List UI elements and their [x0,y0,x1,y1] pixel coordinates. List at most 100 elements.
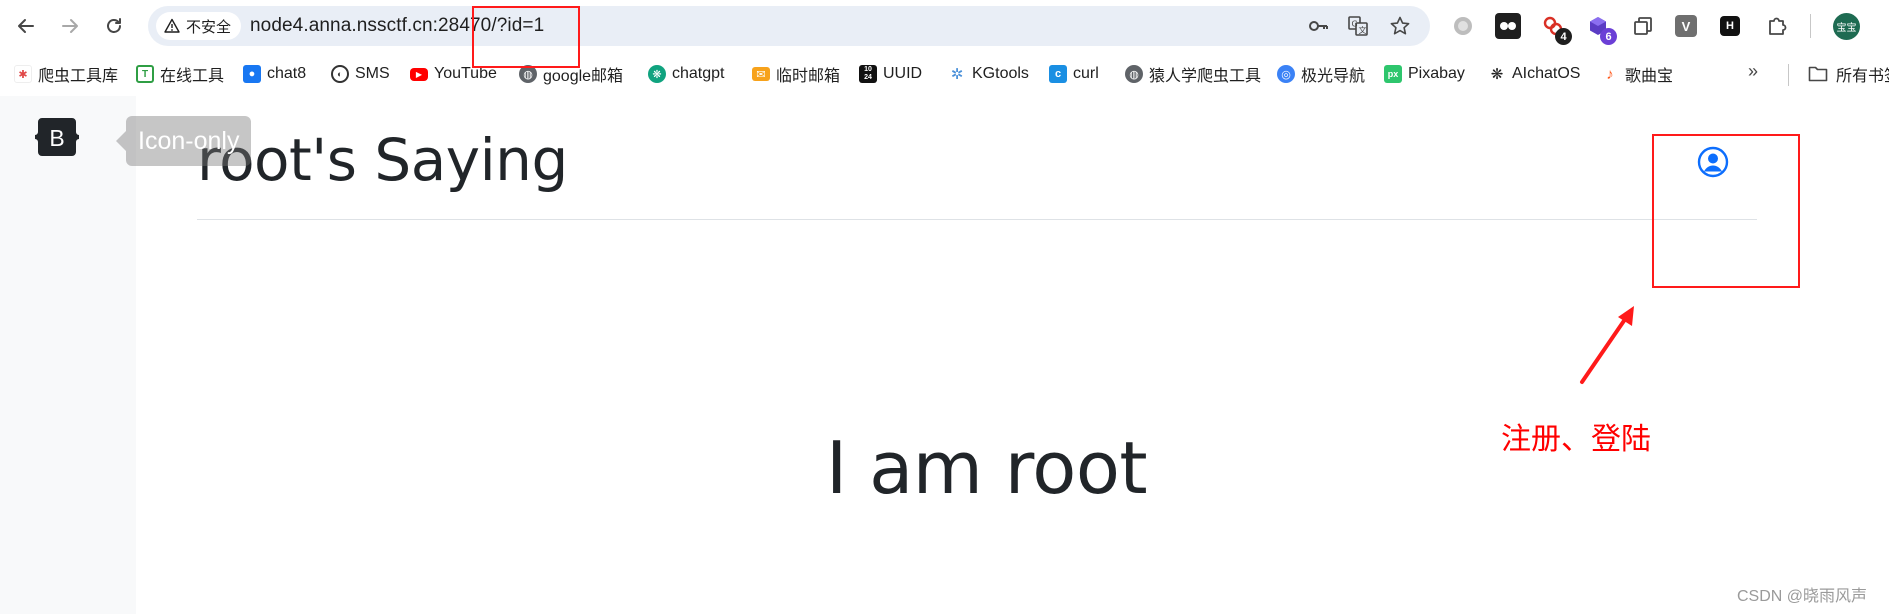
bootstrap-logo-icon: B [35,118,79,156]
h-extension-label: H [1726,20,1734,32]
url-host: node4.anna.nssctf.cn:28470 [250,15,492,36]
bookmark-label: KGtools [972,65,1029,82]
extension-badge: 6 [1600,28,1617,45]
spider-icon: ✱ [14,65,32,83]
password-key-button[interactable] [1306,14,1330,38]
bookmark-label: chatgpt [672,65,725,82]
star-icon [1390,16,1410,35]
search-icon: ◎ [1277,65,1295,83]
bookmark-label: chat8 [267,65,307,82]
bookmark-item[interactable]: ♪ 歌曲宝 [1601,62,1673,86]
security-chip[interactable]: 不安全 [156,12,242,40]
puzzle-extension[interactable] [1764,13,1790,39]
globe-extension[interactable] [1450,13,1476,39]
pixabay-icon: px [1384,65,1402,83]
uuid-icon: 10 24 [859,65,877,83]
chevron-double-right-icon: » [1748,61,1759,81]
bookmark-label: 临时邮箱 [776,68,841,85]
extension-badge: 4 [1555,28,1572,45]
bookmarks-overflow-button[interactable]: » [1748,61,1758,82]
bookmarks-divider [1788,64,1789,86]
v-extension[interactable]: V [1675,15,1697,37]
bookmark-label: SMS [355,65,390,82]
game-extension[interactable] [1495,13,1521,39]
profile-avatar[interactable]: 宝宝 [1833,13,1860,40]
mail-icon: ✉ [752,67,770,81]
bookmark-item[interactable]: c curl [1049,62,1099,86]
bookmark-item[interactable]: 10 24 UUID [859,62,922,86]
copy-extension[interactable] [1630,13,1656,39]
curl-icon: c [1049,65,1067,83]
browser-toolbar: 不安全 node4.anna.nssctf.cn:28470/?id=1 G文 … [0,0,1889,52]
header-divider [197,219,1757,220]
tooltip: Icon-only [115,116,252,166]
all-bookmarks-folder[interactable]: 所有书签 [1808,62,1889,86]
link-extension[interactable]: 4 [1540,13,1572,45]
bookmark-label: AIchatOS [1512,65,1581,82]
toolbar-divider [1810,14,1811,38]
bookmark-label: Pixabay [1408,65,1465,82]
warning-icon [164,18,180,33]
bookmark-item[interactable]: T 在线工具 [136,62,224,86]
page-title: root's Saying [197,126,568,194]
puzzle-icon [1769,17,1787,35]
bug-icon: ✲ [948,65,966,83]
bookmark-item[interactable]: ◎ 极光导航 [1277,62,1365,86]
bookmark-item[interactable]: ✱ 爬虫工具库 [14,62,118,86]
bookmark-label: curl [1073,65,1099,82]
annotation-arrow [1580,306,1634,384]
music-icon: ♪ [1601,65,1619,83]
bookmark-star-button[interactable] [1388,14,1412,38]
brand-letter: B [49,125,64,151]
bookmark-label: 猿人学爬虫工具 [1149,68,1262,85]
openai-icon: ❋ [648,65,666,83]
openai-icon: ❋ [1488,65,1506,83]
all-bookmarks-label: 所有书签 [1836,68,1889,85]
bookmark-item[interactable]: ❋ AIchatOS [1488,62,1580,86]
globe-icon: ◍ [1125,65,1143,83]
annotation-label: 注册、登陆 [1501,422,1651,457]
bookmark-item[interactable]: ✲ KGtools [948,62,1029,86]
copy-icon [1634,17,1652,35]
back-button[interactable] [8,8,44,44]
profile-label: 宝宝 [1836,23,1857,34]
h-extension[interactable]: H [1720,16,1740,36]
chat-icon: ● [243,65,261,83]
main-heading: I am root [826,426,1148,510]
cube-extension[interactable]: 6 [1585,13,1617,45]
bookmark-label: 歌曲宝 [1625,68,1674,85]
tooltip-text: Icon-only [138,126,240,155]
bookmark-item[interactable]: ✉ 临时邮箱 [752,62,840,86]
bookmark-label: 在线工具 [160,68,225,85]
globe-icon [1454,17,1472,35]
bookmark-item[interactable]: ◍ 猿人学爬虫工具 [1125,62,1261,86]
bookmark-item[interactable]: ◐ SMS [331,62,390,86]
bookmark-item[interactable]: ❋ chatgpt [648,62,724,86]
bookmark-label: UUID [883,65,923,82]
translate-button[interactable]: G文 [1346,14,1370,38]
address-bar[interactable]: 不安全 node4.anna.nssctf.cn:28470/?id=1 G文 [148,6,1430,46]
brand-logo[interactable]: B [33,116,81,158]
bookmarks-bar: ✱ 爬虫工具库 T 在线工具 ● chat8 ◐ SMS ▶ YouTube ◍… [0,52,1889,96]
arrow-right-icon [62,19,78,33]
svg-text:G: G [1352,20,1358,29]
bookmark-item[interactable]: px Pixabay [1384,62,1465,86]
reload-icon [107,18,121,33]
folder-icon [1808,66,1828,82]
reload-button[interactable] [96,8,132,44]
arrow-left-icon [18,19,34,33]
forward-button[interactable] [52,8,88,44]
bookmark-label: 爬虫工具库 [38,68,119,85]
tools-icon: T [136,65,154,83]
annotation-box-user-icon [1652,134,1800,288]
bookmark-label: 极光导航 [1301,68,1366,85]
security-label: 不安全 [186,18,232,36]
gamepad-icon [1500,22,1516,30]
sidebar [0,96,136,614]
v-extension-label: V [1681,18,1691,34]
bookmark-item[interactable]: ● chat8 [243,62,306,86]
youtube-icon: ▶ [410,67,428,81]
watermark: CSDN @晓雨风声 [1737,588,1868,605]
key-icon [1309,21,1328,31]
sms-icon: ◐ [331,65,349,83]
